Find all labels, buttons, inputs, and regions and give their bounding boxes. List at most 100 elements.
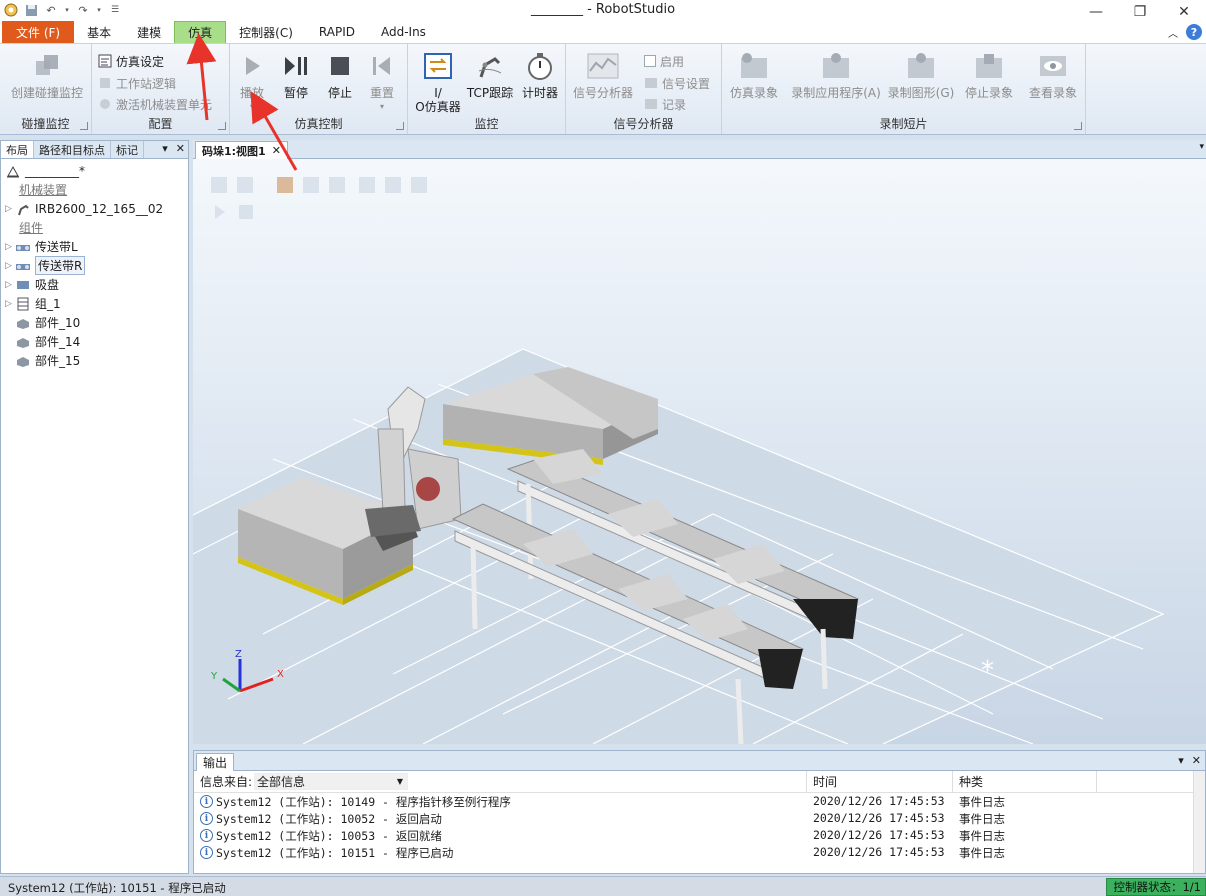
expand-icon[interactable]: ▷ <box>5 299 15 309</box>
station-logic-button[interactable]: 工作站逻辑 <box>98 74 176 92</box>
svg-text:*: * <box>981 656 994 686</box>
record-app-button[interactable]: 录制应用程序(A) <box>788 50 884 100</box>
tcp-trace-button[interactable]: TCP跟踪 <box>466 50 514 100</box>
tree-item[interactable]: ▷ 吸盘 <box>5 275 188 294</box>
play-dropdown-icon[interactable]: ▾ <box>250 100 254 114</box>
tab-paths-targets[interactable]: 路径和目标点 <box>34 141 111 158</box>
message-source-select[interactable]: 全部信息 ▼ <box>254 773 408 790</box>
reset-icon <box>366 50 398 82</box>
tab-home[interactable]: 基本 <box>74 21 124 43</box>
output-dropdown-icon[interactable]: ▾ <box>1178 754 1184 767</box>
record-app-icon <box>820 50 852 82</box>
signal-analyzer-button[interactable]: 信号分析器 <box>570 50 636 100</box>
tab-view1[interactable]: 码垛1:视图1 ✕ <box>195 141 288 159</box>
sim-settings-button[interactable]: 仿真设定 <box>98 52 164 70</box>
part-icon <box>15 354 31 368</box>
title-bar: ↶ ▾ ↷ ▾ ☰ ________ - RobotStudio — ❐ ✕ <box>0 0 1206 20</box>
dialog-launcher-icon[interactable] <box>80 122 88 130</box>
group-label-signal-analyzer: 信号分析器 <box>613 117 674 131</box>
signal-settings-button[interactable]: 信号设置 <box>644 74 710 92</box>
pause-button[interactable]: 暂停 <box>278 50 314 100</box>
svg-text:X: X <box>277 669 284 680</box>
stop-record-icon <box>973 50 1005 82</box>
tab-rapid[interactable]: RAPID <box>306 21 368 43</box>
3d-viewport[interactable]: * Z X Y <box>193 159 1206 744</box>
status-bar: System12 (工作站): 10151 - 程序已启动 控制器状态： 1/1 <box>0 876 1206 896</box>
controller-status-badge[interactable]: 控制器状态： 1/1 <box>1106 878 1206 896</box>
layout-panel: 布局 路径和目标点 标记 ▾ ✕ _________* 机械装置 ▷ IRB26… <box>0 140 189 874</box>
dialog-launcher-icon[interactable] <box>218 122 226 130</box>
layout-tree: _________* 机械装置 ▷ IRB2600_12_165__02 组件 … <box>1 159 188 370</box>
panel-controls: ▾ ✕ <box>162 142 185 155</box>
expand-icon[interactable]: ▷ <box>5 204 15 214</box>
reset-button[interactable]: 重置 ▾ <box>366 50 398 114</box>
help-icon[interactable]: ? <box>1186 24 1202 40</box>
expand-icon[interactable]: ▷ <box>5 261 15 271</box>
output-close-icon[interactable]: ✕ <box>1192 754 1201 767</box>
record-graphics-icon <box>905 50 937 82</box>
sim-record-button[interactable]: 仿真录象 <box>724 50 784 100</box>
tab-simulation[interactable]: 仿真 <box>174 21 227 43</box>
tree-item[interactable]: ▷ 组_1 <box>5 294 188 313</box>
svg-text:Y: Y <box>210 671 218 682</box>
output-row[interactable]: i System12 (工作站): 10053 - 返回就绪 2020/12/2… <box>194 827 1205 844</box>
column-divider <box>1096 770 1097 793</box>
play-button[interactable]: 播放 ▾ <box>236 50 268 114</box>
tcp-trace-icon <box>474 50 506 82</box>
stop-record-button[interactable]: 停止录象 <box>960 50 1018 100</box>
column-header-time[interactable]: 时间 <box>806 770 837 793</box>
tree-station[interactable]: _________* <box>5 161 188 180</box>
panel-close-icon[interactable]: ✕ <box>176 142 185 155</box>
output-row[interactable]: i System12 (工作站): 10052 - 返回启动 2020/12/2… <box>194 810 1205 827</box>
io-simulator-button[interactable]: I/ O仿真器 <box>412 50 464 114</box>
create-collision-monitor-button[interactable]: 创建碰撞监控 <box>6 50 88 100</box>
reset-dropdown-icon[interactable]: ▾ <box>380 100 384 114</box>
view-record-icon <box>1037 50 1069 82</box>
group-label-monitor: 监控 <box>474 117 499 131</box>
output-list: i System12 (工作站): 10149 - 程序指针移至例行程序 202… <box>194 793 1205 861</box>
close-view-icon[interactable]: ✕ <box>272 144 281 157</box>
group-collision: 创建碰撞监控 碰撞监控 <box>0 44 92 134</box>
tab-controller[interactable]: 控制器(C) <box>226 21 306 43</box>
ribbon: 创建碰撞监控 碰撞监控 仿真设定 工作站逻辑 激活机械装置单元 配置 播放 ▾ … <box>0 44 1206 135</box>
tree-category-mechanisms: 机械装置 <box>19 183 68 197</box>
signal-enable-checkbox[interactable]: 启用 <box>644 52 684 70</box>
expand-icon[interactable]: ▷ <box>5 280 15 290</box>
tab-file[interactable]: 文件 (F) <box>2 21 75 43</box>
signal-record-button[interactable]: 记录 <box>644 95 686 113</box>
output-controls: ▾ ✕ <box>1178 754 1201 767</box>
tree-item[interactable]: 部件_15 <box>5 351 188 370</box>
record-graphics-button[interactable]: 录制图形(G) <box>886 50 956 100</box>
tab-output[interactable]: 输出 <box>196 753 235 771</box>
output-row[interactable]: i System12 (工作站): 10151 - 程序已启动 2020/12/… <box>194 844 1205 861</box>
view-dropdown-icon[interactable]: ▾ <box>1199 142 1204 152</box>
tree-item[interactable]: 部件_10 <box>5 313 188 332</box>
view-toolbar <box>211 177 427 219</box>
tab-addins[interactable]: Add-Ins <box>368 21 439 43</box>
group-label-recording: 录制短片 <box>879 117 928 131</box>
tree-item[interactable]: ▷ 传送带L <box>5 237 188 256</box>
tree-robot[interactable]: ▷ IRB2600_12_165__02 <box>5 199 188 218</box>
view-record-button[interactable]: 查看录象 <box>1024 50 1082 100</box>
panel-dropdown-icon[interactable]: ▾ <box>162 142 168 155</box>
tab-layout[interactable]: 布局 <box>1 141 34 158</box>
tab-tags[interactable]: 标记 <box>111 141 144 158</box>
group-sim-control: 播放 ▾ 暂停 停止 重置 ▾ 仿真控制 <box>230 44 408 134</box>
collapse-ribbon-icon[interactable]: ︿ <box>1168 25 1178 40</box>
tree-item[interactable]: ▷ 传送带R <box>5 256 188 275</box>
output-scrollbar[interactable] <box>1193 771 1205 873</box>
expand-icon[interactable]: ▷ <box>5 242 15 252</box>
part-icon <box>15 316 31 330</box>
output-row[interactable]: i System12 (工作站): 10149 - 程序指针移至例行程序 202… <box>194 793 1205 810</box>
dialog-launcher-icon[interactable] <box>1074 122 1082 130</box>
robotstudio-window: ↶ ▾ ↷ ▾ ☰ ________ - RobotStudio — ❐ ✕ 文… <box>0 0 1206 896</box>
activate-mechanism-unit-button[interactable]: 激活机械装置单元 <box>98 95 212 113</box>
collision-monitor-icon <box>31 50 63 82</box>
robot-arm-icon <box>15 202 31 216</box>
stop-button[interactable]: 停止 <box>324 50 356 100</box>
tab-modeling[interactable]: 建模 <box>124 21 174 43</box>
column-header-category[interactable]: 种类 <box>952 770 983 793</box>
dialog-launcher-icon[interactable] <box>396 122 404 130</box>
timer-button[interactable]: 计时器 <box>518 50 562 100</box>
tree-item[interactable]: 部件_14 <box>5 332 188 351</box>
